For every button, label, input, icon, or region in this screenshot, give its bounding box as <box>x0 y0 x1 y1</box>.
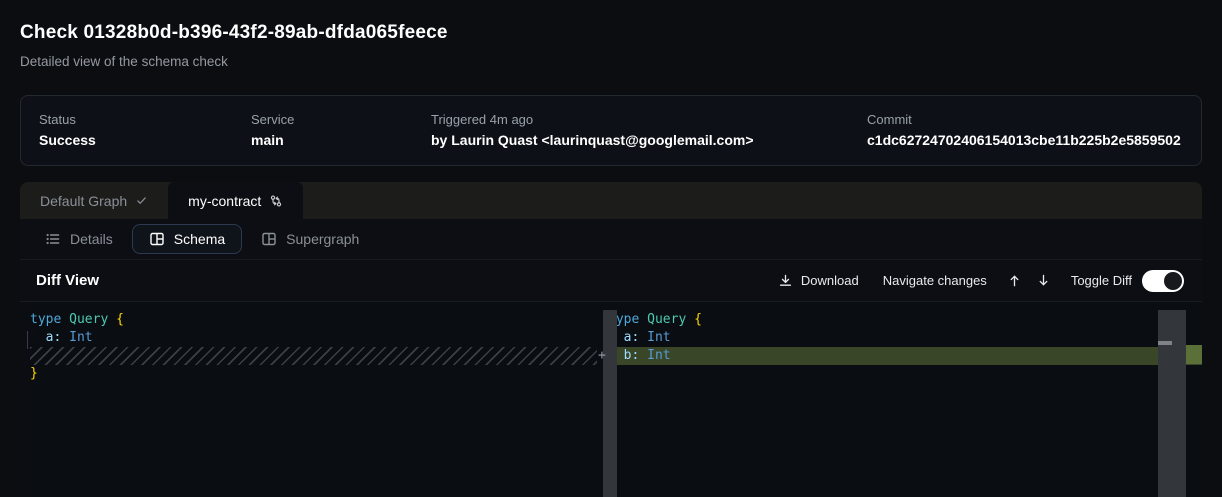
arrow-up-icon <box>1007 273 1022 288</box>
page-title: Check 01328b0d-b396-43f2-89ab-dfda065fee… <box>20 20 1202 46</box>
commit-field: Commit c1dc62724702406154013cbe11b225b2e… <box>867 111 1183 150</box>
triggered-value: by Laurin Quast <laurinquast@googlemail.… <box>431 131 867 150</box>
tab-default-graph[interactable]: Default Graph <box>20 182 168 219</box>
code-line-added: b: Int <box>597 347 1202 365</box>
code-line: type Query { <box>20 311 597 329</box>
download-button[interactable]: Download <box>778 273 859 288</box>
schema-check-page: Check 01328b0d-b396-43f2-89ab-dfda065fee… <box>0 0 1222 497</box>
navigate-changes-label: Navigate changes <box>883 273 987 288</box>
tab-details-label: Details <box>70 231 113 247</box>
indent-guide <box>27 331 28 349</box>
diff-pane-original[interactable]: type Query { a: Int} <box>20 302 597 497</box>
git-compare-icon <box>269 194 283 208</box>
diff-pane-modified[interactable]: type Query { a: Int b: Int} <box>597 302 1202 497</box>
commit-value: c1dc62724702406154013cbe11b225b2e5859502 <box>867 131 1183 150</box>
tab-schema[interactable]: Schema <box>132 224 242 254</box>
diff-toolbar: Diff View Download Navigate changes <box>20 260 1202 302</box>
triggered-field: Triggered 4m ago by Laurin Quast <laurin… <box>431 111 867 150</box>
schema-diff-editor: type Query { a: Int} type Query { a: Int… <box>20 302 1202 497</box>
code-line: a: Int <box>20 329 597 347</box>
page-header: Check 01328b0d-b396-43f2-89ab-dfda065fee… <box>0 0 1222 70</box>
commit-label: Commit <box>867 111 1183 128</box>
graph-tabstrip: Default Graph my-contract <box>20 182 1202 219</box>
diff-filler-line <box>30 347 597 365</box>
check-workspace: Default Graph my-contract <box>20 182 1202 497</box>
diff-insert-sign: + <box>598 347 606 365</box>
code-line: a: Int <box>597 329 1202 347</box>
minimap-added-line <box>1158 341 1172 345</box>
tab-my-contract-label: my-contract <box>188 193 261 209</box>
service-value: main <box>251 131 431 150</box>
check-summary-card: Status Success Service main Triggered 4m… <box>20 95 1202 166</box>
overview-ruler <box>1186 302 1202 497</box>
check-icon <box>135 194 148 207</box>
minimap-scrollbar[interactable] <box>1158 310 1186 497</box>
tab-details[interactable]: Details <box>32 224 126 254</box>
overview-ruler-added-marker <box>1186 345 1202 364</box>
diff-controls: Download Navigate changes <box>778 270 1202 292</box>
code-line: } <box>20 365 597 383</box>
left-pane-scrollbar[interactable] <box>603 310 617 497</box>
columns-icon <box>261 231 277 247</box>
tab-default-graph-label: Default Graph <box>40 193 127 209</box>
status-label: Status <box>39 111 251 128</box>
previous-change-button[interactable] <box>1007 273 1022 288</box>
columns-icon <box>149 231 165 247</box>
status-value: Success <box>39 131 251 150</box>
download-icon <box>778 273 793 288</box>
list-icon <box>45 231 61 247</box>
code-line: } <box>597 365 1202 383</box>
toggle-diff-label: Toggle Diff <box>1071 273 1132 288</box>
tab-supergraph-label: Supergraph <box>286 231 359 247</box>
download-label: Download <box>801 273 859 288</box>
code-line: type Query { <box>597 311 1202 329</box>
diff-view-title: Diff View <box>36 272 99 289</box>
page-subtitle: Detailed view of the schema check <box>20 54 1202 70</box>
tab-my-contract[interactable]: my-contract <box>168 182 303 219</box>
view-tabs: Details Schema Supergraph <box>20 219 1202 260</box>
next-change-button[interactable] <box>1036 273 1051 288</box>
status-field: Status Success <box>39 111 251 150</box>
arrow-down-icon <box>1036 273 1051 288</box>
tab-supergraph[interactable]: Supergraph <box>248 224 372 254</box>
toggle-diff-switch[interactable] <box>1142 270 1184 292</box>
triggered-label: Triggered 4m ago <box>431 111 867 128</box>
toggle-knob <box>1164 272 1182 290</box>
service-field: Service main <box>251 111 431 150</box>
tab-schema-label: Schema <box>174 231 225 247</box>
service-label: Service <box>251 111 431 128</box>
